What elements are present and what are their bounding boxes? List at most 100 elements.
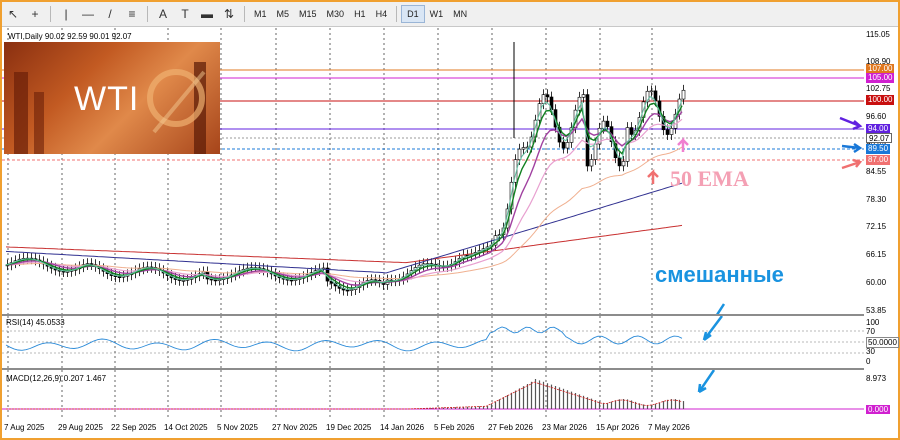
rsi-line <box>5 326 683 352</box>
price-tick: 66.15 <box>866 250 887 259</box>
candle-body <box>545 94 550 98</box>
macd-tick: 8.973 <box>866 374 887 383</box>
price-tick: 96.60 <box>866 112 887 121</box>
ema-50-line <box>5 146 683 280</box>
macd-zero-label: 0.000 <box>866 405 891 414</box>
rectangle-tool-icon[interactable]: ▬ <box>196 4 218 24</box>
arrows-tool-icon[interactable]: ⇅ <box>218 4 240 24</box>
date-tick: 7 May 2026 <box>648 423 690 432</box>
macd-signal-line <box>6 381 683 410</box>
channel-tool-icon[interactable]: ≡ <box>121 4 143 24</box>
arrow-up-icon <box>647 168 659 184</box>
candle-body <box>665 129 670 135</box>
chart-symbol-title: WTI,Daily 90.02 92.59 90.01 92.07 <box>8 32 132 41</box>
crosshair-tool-icon[interactable]: + <box>24 4 46 24</box>
price-tick: 60.00 <box>866 278 887 287</box>
candle-body <box>289 279 294 282</box>
timeframe-d1[interactable]: D1 <box>401 5 425 23</box>
date-tick: 5 Nov 2025 <box>217 423 258 432</box>
arrow-down-icon <box>697 370 716 394</box>
candle-body <box>617 157 622 167</box>
toolbar-separator <box>50 6 51 22</box>
macd-chart <box>2 370 864 417</box>
date-tick: 19 Dec 2025 <box>326 423 372 432</box>
date-tick: 14 Jan 2026 <box>380 423 425 432</box>
timeframe-m1[interactable]: M1 <box>249 5 272 23</box>
candle-body <box>565 142 570 149</box>
date-tick: 7 Aug 2025 <box>4 423 45 432</box>
date-tick: 22 Sep 2025 <box>111 423 157 432</box>
price-tick: 115.05 <box>866 30 890 39</box>
arrow-right-icon <box>841 158 863 170</box>
price-level-label: 89.50 <box>866 144 891 154</box>
date-tick: 23 Mar 2026 <box>542 423 587 432</box>
candle-body <box>605 120 610 127</box>
candle-body <box>669 128 674 135</box>
price-tick: 78.30 <box>866 195 887 204</box>
timeframe-m15[interactable]: M15 <box>294 5 322 23</box>
date-axis[interactable]: 7 Aug 2025 29 Aug 2025 22 Sep 2025 14 Oct 2… <box>2 418 864 438</box>
vertical-line-tool-icon[interactable]: | <box>55 4 77 24</box>
date-tick: 15 Apr 2026 <box>596 423 640 432</box>
candle-body <box>581 94 586 98</box>
timeframe-w1[interactable]: W1 <box>425 5 449 23</box>
rsi-tick: 70 <box>866 327 875 336</box>
arrow-right-icon <box>839 116 863 131</box>
candle-body <box>629 127 634 135</box>
toolbar-separator <box>396 6 398 22</box>
price-level-label: 87.00 <box>866 155 891 165</box>
rsi-chart <box>2 316 864 368</box>
candle-body <box>517 148 522 160</box>
arrow-down-icon <box>716 303 726 314</box>
rsi-title: RSI(14) 45.0533 <box>6 318 65 327</box>
timeframe-h1[interactable]: H1 <box>349 5 371 23</box>
annotation-50-ema: 50 EMA <box>670 166 749 191</box>
horizontal-line-tool-icon[interactable]: — <box>77 4 99 24</box>
price-tick: 72.15 <box>866 222 887 231</box>
price-tick: 84.55 <box>866 167 887 176</box>
arrow-right-icon <box>841 142 863 154</box>
candle-body <box>681 89 686 100</box>
candle-body <box>589 159 594 167</box>
timeframe-m30[interactable]: M30 <box>322 5 350 23</box>
rsi-pane[interactable] <box>2 316 864 368</box>
toolbar-separator <box>147 6 148 22</box>
trendline-tool-icon[interactable]: / <box>99 4 121 24</box>
toolbar: ↖ + | — / ≡ A T ▬ ⇅ M1 M5 M15 M30 H1 H4 … <box>2 2 898 27</box>
thumbnail-title: WTI <box>74 80 140 118</box>
price-level-label: 100.00 <box>866 95 895 105</box>
date-tick: 14 Oct 2025 <box>164 423 208 432</box>
text-tool-icon[interactable]: A <box>152 4 174 24</box>
timeframe-mn[interactable]: MN <box>448 5 472 23</box>
candle-body <box>65 271 70 273</box>
arrow-up-icon <box>677 136 689 152</box>
date-tick: 29 Aug 2025 <box>58 423 103 432</box>
candle-body <box>561 141 566 149</box>
toolbar-separator <box>244 6 245 22</box>
candle-body <box>541 94 546 104</box>
macd-scale: 8.973 0.000 <box>864 370 898 417</box>
candle-body <box>181 280 186 282</box>
candle-body <box>521 147 526 150</box>
date-tick: 27 Feb 2026 <box>488 423 533 432</box>
macd-pane[interactable] <box>2 370 864 417</box>
annotation-mixed: смешанные <box>655 262 784 287</box>
wti-thumbnail-image: WTI <box>4 42 220 154</box>
timeframe-h4[interactable]: H4 <box>371 5 393 23</box>
rsi-tick: 30 <box>866 347 875 356</box>
timeframe-m5[interactable]: M5 <box>272 5 295 23</box>
ma-100-line <box>5 182 683 274</box>
candle-body <box>621 161 626 167</box>
candle-body <box>213 279 218 282</box>
label-tool-icon[interactable]: T <box>174 4 196 24</box>
price-level-label: 92.07 <box>866 133 893 143</box>
rsi-tick: 100 <box>866 318 880 327</box>
arrow-down-icon <box>702 316 723 342</box>
cursor-tool-icon[interactable]: ↖ <box>2 4 24 24</box>
rsi-scale: 100 70 50.0000 30 0 <box>864 316 899 368</box>
rsi-tick: 0 <box>866 357 871 366</box>
macd-title: MACD(12,26,9) 0.207 1.467 <box>6 374 107 383</box>
candle-body <box>649 90 654 93</box>
date-tick: 5 Feb 2026 <box>434 423 475 432</box>
candle-body <box>345 289 350 292</box>
